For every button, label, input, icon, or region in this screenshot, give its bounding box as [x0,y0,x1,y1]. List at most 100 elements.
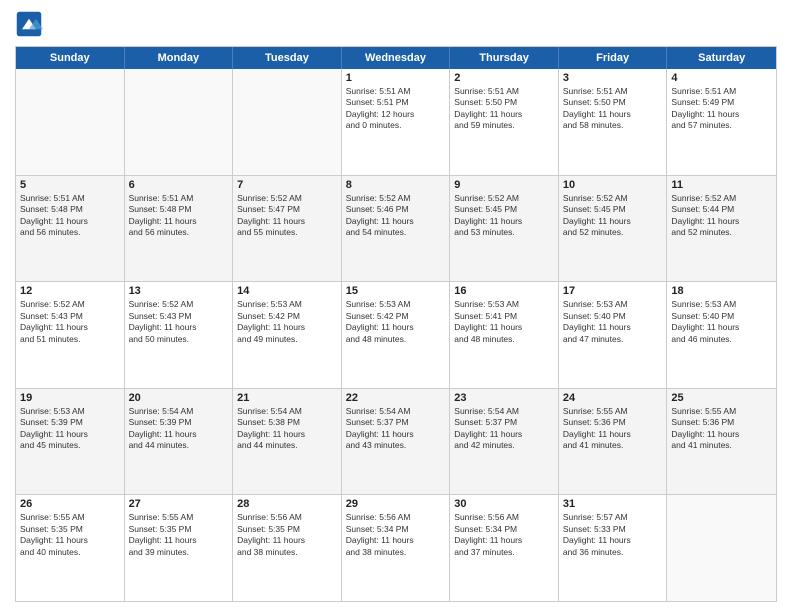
day-cell: 3 Sunrise: 5:51 AM Sunset: 5:50 PM Daylig… [559,69,668,175]
day-cell: 16Sunrise: 5:53 AM Sunset: 5:41 PM Dayli… [450,282,559,388]
day-number: 22 [346,392,446,404]
day-info: Sunrise: 5:55 AM Sunset: 5:35 PM Dayligh… [20,512,120,558]
day-info: Sunrise: 5:56 AM Sunset: 5:34 PM Dayligh… [346,512,446,558]
day-cell: 28 Sunrise: 5:56 AM Sunset: 5:35 PM Dayli… [233,495,342,601]
day-number: 14 [237,285,337,297]
day-header-sunday: Sunday [16,47,125,69]
day-info: Sunrise: 5:54 AM Sunset: 5:38 PM Dayligh… [237,406,337,452]
day-number: 18 [671,285,772,297]
day-number: 30 [454,498,554,510]
day-info: Sunrise: 5:51 AM Sunset: 5:50 PM Dayligh… [563,86,663,132]
day-cell: 24 Sunrise: 5:55 AM Sunset: 5:36 PM Dayli… [559,389,668,495]
day-info: Sunrise: 5:52 AM Sunset: 5:45 PM Dayligh… [454,193,554,239]
day-header-friday: Friday [559,47,668,69]
day-cell: 13 Sunrise: 5:52 AM Sunset: 5:43 PM Dayli… [125,282,234,388]
day-header-saturday: Saturday [667,47,776,69]
day-info: Sunrise: 5:54 AM Sunset: 5:37 PM Dayligh… [454,406,554,452]
day-info: Sunrise: 5:54 AM Sunset: 5:37 PM Dayligh… [346,406,446,452]
day-cell: 26Sunrise: 5:55 AM Sunset: 5:35 PM Dayli… [16,495,125,601]
day-cell [233,69,342,175]
day-cell: 23 Sunrise: 5:54 AM Sunset: 5:37 PM Dayli… [450,389,559,495]
day-info: Sunrise: 5:56 AM Sunset: 5:34 PM Dayligh… [454,512,554,558]
day-info: Sunrise: 5:55 AM Sunset: 5:36 PM Dayligh… [671,406,772,452]
day-cell: 9Sunrise: 5:52 AM Sunset: 5:45 PM Daylig… [450,176,559,282]
day-number: 29 [346,498,446,510]
day-cell [667,495,776,601]
day-info: Sunrise: 5:52 AM Sunset: 5:45 PM Dayligh… [563,193,663,239]
day-header-tuesday: Tuesday [233,47,342,69]
day-header-monday: Monday [125,47,234,69]
day-cell: 10 Sunrise: 5:52 AM Sunset: 5:45 PM Dayli… [559,176,668,282]
day-header-thursday: Thursday [450,47,559,69]
day-info: Sunrise: 5:53 AM Sunset: 5:39 PM Dayligh… [20,406,120,452]
day-cell: 30 Sunrise: 5:56 AM Sunset: 5:34 PM Dayli… [450,495,559,601]
day-number: 23 [454,392,554,404]
week-rows: 1 Sunrise: 5:51 AM Sunset: 5:51 PM Daylig… [16,69,776,601]
day-info: Sunrise: 5:55 AM Sunset: 5:35 PM Dayligh… [129,512,229,558]
day-cell: 21 Sunrise: 5:54 AM Sunset: 5:38 PM Dayli… [233,389,342,495]
day-info: Sunrise: 5:56 AM Sunset: 5:35 PM Dayligh… [237,512,337,558]
day-cell: 6Sunrise: 5:51 AM Sunset: 5:48 PM Daylig… [125,176,234,282]
day-number: 10 [563,179,663,191]
day-cell: 4 Sunrise: 5:51 AM Sunset: 5:49 PM Daylig… [667,69,776,175]
day-cell: 27 Sunrise: 5:55 AM Sunset: 5:35 PM Dayli… [125,495,234,601]
day-number: 28 [237,498,337,510]
week-row: 1 Sunrise: 5:51 AM Sunset: 5:51 PM Daylig… [16,69,776,175]
day-cell [125,69,234,175]
logo-icon [15,10,43,38]
day-number: 7 [237,179,337,191]
day-number: 11 [671,179,772,191]
day-number: 20 [129,392,229,404]
week-row: 5 Sunrise: 5:51 AM Sunset: 5:48 PM Daylig… [16,175,776,282]
day-number: 13 [129,285,229,297]
page-header [15,10,777,38]
day-cell: 12 Sunrise: 5:52 AM Sunset: 5:43 PM Dayli… [16,282,125,388]
day-info: Sunrise: 5:53 AM Sunset: 5:40 PM Dayligh… [671,299,772,345]
day-headers: SundayMondayTuesdayWednesdayThursdayFrid… [16,47,776,69]
day-number: 24 [563,392,663,404]
day-number: 21 [237,392,337,404]
day-info: Sunrise: 5:53 AM Sunset: 5:42 PM Dayligh… [346,299,446,345]
day-info: Sunrise: 5:54 AM Sunset: 5:39 PM Dayligh… [129,406,229,452]
day-cell: 17 Sunrise: 5:53 AM Sunset: 5:40 PM Dayli… [559,282,668,388]
day-info: Sunrise: 5:53 AM Sunset: 5:42 PM Dayligh… [237,299,337,345]
day-cell [16,69,125,175]
day-cell: 7 Sunrise: 5:52 AM Sunset: 5:47 PM Daylig… [233,176,342,282]
logo [15,10,47,38]
day-number: 31 [563,498,663,510]
day-cell: 2Sunrise: 5:51 AM Sunset: 5:50 PM Daylig… [450,69,559,175]
day-number: 4 [671,72,772,84]
day-cell: 8Sunrise: 5:52 AM Sunset: 5:46 PM Daylig… [342,176,451,282]
day-cell: 14 Sunrise: 5:53 AM Sunset: 5:42 PM Dayli… [233,282,342,388]
day-info: Sunrise: 5:52 AM Sunset: 5:43 PM Dayligh… [20,299,120,345]
day-number: 3 [563,72,663,84]
day-cell: 25Sunrise: 5:55 AM Sunset: 5:36 PM Dayli… [667,389,776,495]
day-number: 19 [20,392,120,404]
day-info: Sunrise: 5:52 AM Sunset: 5:44 PM Dayligh… [671,193,772,239]
day-cell: 18 Sunrise: 5:53 AM Sunset: 5:40 PM Dayli… [667,282,776,388]
day-info: Sunrise: 5:51 AM Sunset: 5:49 PM Dayligh… [671,86,772,132]
day-number: 15 [346,285,446,297]
day-cell: 15 Sunrise: 5:53 AM Sunset: 5:42 PM Dayli… [342,282,451,388]
day-info: Sunrise: 5:55 AM Sunset: 5:36 PM Dayligh… [563,406,663,452]
day-number: 12 [20,285,120,297]
calendar: SundayMondayTuesdayWednesdayThursdayFrid… [15,46,777,602]
day-number: 5 [20,179,120,191]
day-info: Sunrise: 5:51 AM Sunset: 5:48 PM Dayligh… [20,193,120,239]
week-row: 26Sunrise: 5:55 AM Sunset: 5:35 PM Dayli… [16,494,776,601]
day-number: 1 [346,72,446,84]
day-info: Sunrise: 5:57 AM Sunset: 5:33 PM Dayligh… [563,512,663,558]
day-info: Sunrise: 5:53 AM Sunset: 5:40 PM Dayligh… [563,299,663,345]
day-number: 17 [563,285,663,297]
day-info: Sunrise: 5:52 AM Sunset: 5:43 PM Dayligh… [129,299,229,345]
week-row: 12 Sunrise: 5:52 AM Sunset: 5:43 PM Dayli… [16,281,776,388]
day-cell: 1 Sunrise: 5:51 AM Sunset: 5:51 PM Daylig… [342,69,451,175]
day-cell: 19 Sunrise: 5:53 AM Sunset: 5:39 PM Dayli… [16,389,125,495]
day-info: Sunrise: 5:52 AM Sunset: 5:47 PM Dayligh… [237,193,337,239]
day-number: 27 [129,498,229,510]
day-number: 8 [346,179,446,191]
day-info: Sunrise: 5:51 AM Sunset: 5:51 PM Dayligh… [346,86,446,132]
day-cell: 31 Sunrise: 5:57 AM Sunset: 5:33 PM Dayli… [559,495,668,601]
day-cell: 5 Sunrise: 5:51 AM Sunset: 5:48 PM Daylig… [16,176,125,282]
day-cell: 29 Sunrise: 5:56 AM Sunset: 5:34 PM Dayli… [342,495,451,601]
